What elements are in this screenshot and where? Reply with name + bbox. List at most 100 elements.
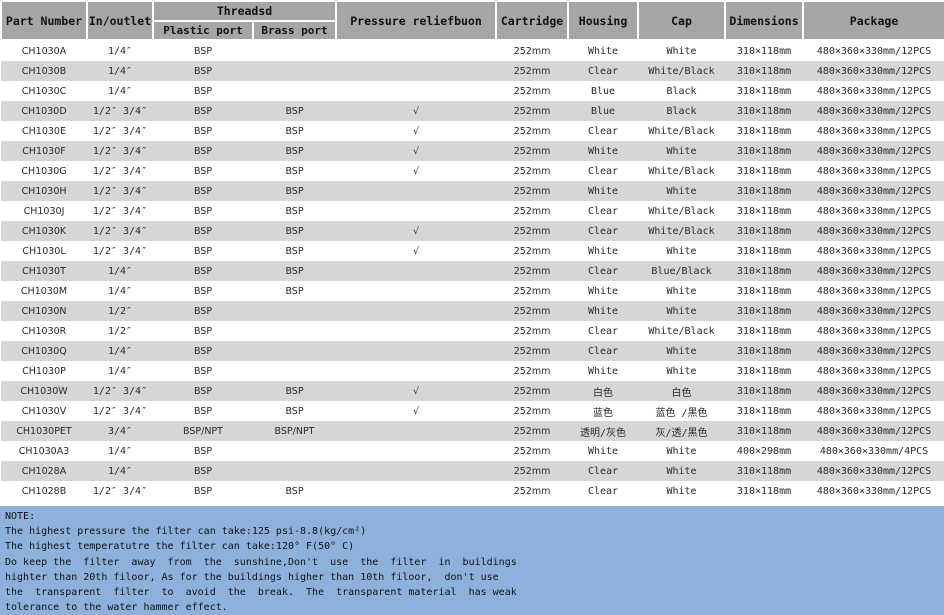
table-header: Part Number In/outlet Threadsd Pressure … — [0, 0, 944, 41]
cell-dimensions: 310×118mm — [725, 281, 804, 301]
cell-pressure-relief: √ — [336, 221, 497, 241]
table-row: CH1030C 1/4″ BSP 252mm Blue Black 310×118mm 480… — [1, 81, 944, 101]
cell-part-number: CH1030E — [1, 121, 87, 141]
cell-in-outlet: 1/4″ — [87, 61, 153, 81]
cell-housing: White — [568, 441, 639, 461]
cell-in-outlet: 1/4″ — [87, 361, 153, 381]
cell-dimensions: 310×118mm — [725, 40, 804, 61]
cell-cartridge: 252mm — [496, 161, 569, 181]
cell-brass-port — [253, 61, 337, 81]
cell-cartridge: 252mm — [496, 441, 569, 461]
cell-pressure-relief: √ — [336, 241, 497, 261]
cell-pressure-relief: √ — [336, 121, 497, 141]
cell-brass-port: BSP — [253, 381, 337, 401]
cell-dimensions: 310×118mm — [725, 101, 804, 121]
cell-part-number: CH1030V — [1, 401, 87, 421]
cell-package: 480×360×330mm/12PCS — [803, 161, 944, 181]
cell-cap: White — [638, 481, 726, 501]
note-line: the transparent filter to avoid the brea… — [5, 587, 517, 599]
cell-housing: 蓝色 — [568, 401, 639, 421]
cell-cap: White/Black — [638, 121, 726, 141]
cell-cap: White/Black — [638, 161, 726, 181]
table-row: CH1030V 1/2″ 3/4″ BSP BSP √ 252mm 蓝色 蓝色 /黑色 310×… — [1, 401, 944, 421]
cell-brass-port: BSP — [253, 281, 337, 301]
cell-in-outlet: 1/4″ — [87, 261, 153, 281]
cell-in-outlet: 1/2″ — [87, 321, 153, 341]
cell-package: 480×360×330mm/12PCS — [803, 40, 944, 61]
cell-part-number: CH1030M — [1, 281, 87, 301]
header-dimensions: Dimensions — [724, 0, 805, 41]
cell-pressure-relief — [336, 61, 497, 81]
header-package: Package — [802, 0, 944, 41]
cell-in-outlet: 1/4″ — [87, 281, 153, 301]
table-row: CH1030R 1/2″ BSP 252mm Clear White/Black 310×1… — [1, 321, 944, 341]
cell-cartridge: 252mm — [496, 281, 569, 301]
cell-housing: White — [568, 141, 639, 161]
cell-in-outlet: 1/2″ 3/4″ — [87, 241, 153, 261]
table-row: CH1030K 1/2″ 3/4″ BSP BSP √ 252mm Clear White/B… — [1, 221, 944, 241]
cell-part-number: CH1030B — [1, 61, 87, 81]
cell-part-number: CH1030N — [1, 301, 87, 321]
cell-cap: White — [638, 341, 726, 361]
cell-dimensions: 310×118mm — [725, 301, 804, 321]
table-row: CH1030G 1/2″ 3/4″ BSP BSP √ 252mm Clear White/B… — [1, 161, 944, 181]
cell-plastic-port: BSP — [153, 361, 253, 381]
cell-part-number: CH1030PET — [1, 421, 87, 441]
cell-pressure-relief — [336, 321, 497, 341]
note-line: tolerance to the water hammer effect. — [5, 602, 228, 614]
cell-dimensions: 310×118mm — [725, 461, 804, 481]
table-row: CH1030A3 1/4″ BSP 252mm White White 400×298mm 4… — [1, 441, 944, 461]
cell-cap: 白色 — [638, 381, 726, 401]
cell-brass-port — [253, 361, 337, 381]
cell-cap: White — [638, 181, 726, 201]
table-row: CH1030W 1/2″ 3/4″ BSP BSP √ 252mm 白色 白色 310×118m… — [1, 381, 944, 401]
cell-plastic-port: BSP — [153, 441, 253, 461]
note-line: highter than 20th filoor, As for the bui… — [5, 571, 499, 583]
cell-plastic-port: BSP — [153, 301, 253, 321]
table-row: CH1028A 1/4″ BSP 252mm Clear White 310×118mm 48… — [1, 461, 944, 481]
cell-plastic-port: BSP — [153, 241, 253, 261]
cell-in-outlet: 1/2″ 3/4″ — [87, 221, 153, 241]
cell-plastic-port: BSP — [153, 401, 253, 421]
table-row: CH1028B 1/2″ 3/4″ BSP BSP 252mm Clear White 310… — [1, 481, 944, 501]
cell-brass-port — [253, 321, 337, 341]
cell-cartridge: 252mm — [496, 381, 569, 401]
cell-cartridge: 252mm — [496, 181, 569, 201]
cell-brass-port: BSP — [253, 101, 337, 121]
cell-cap: White — [638, 281, 726, 301]
cell-in-outlet: 1/2″ 3/4″ — [87, 381, 153, 401]
header-plastic-port: Plastic port — [152, 20, 254, 41]
cell-dimensions: 310×118mm — [725, 341, 804, 361]
cell-package: 480×360×330mm/12PCS — [803, 101, 944, 121]
cell-plastic-port: BSP — [153, 221, 253, 241]
cell-package: 480×360×330mm/12PCS — [803, 481, 944, 501]
cell-pressure-relief: √ — [336, 101, 497, 121]
cell-dimensions: 310×118mm — [725, 321, 804, 341]
cell-pressure-relief: √ — [336, 401, 497, 421]
cell-brass-port: BSP — [253, 221, 337, 241]
cell-pressure-relief — [336, 181, 497, 201]
cell-part-number: CH1030H — [1, 181, 87, 201]
cell-dimensions: 310×118mm — [725, 361, 804, 381]
table-row: CH1030D 1/2″ 3/4″ BSP BSP √ 252mm Blue Black 310… — [1, 101, 944, 121]
cell-plastic-port: BSP — [153, 341, 253, 361]
cell-brass-port: BSP — [253, 241, 337, 261]
cell-housing: Clear — [568, 121, 639, 141]
table-row: CH1030L 1/2″ 3/4″ BSP BSP √ 252mm White White 31… — [1, 241, 944, 261]
cell-in-outlet: 1/2″ 3/4″ — [87, 401, 153, 421]
cell-plastic-port: BSP — [153, 121, 253, 141]
cell-dimensions: 310×118mm — [725, 141, 804, 161]
cell-housing: White — [568, 361, 639, 381]
header-housing: Housing — [567, 0, 640, 41]
cell-in-outlet: 1/2″ 3/4″ — [87, 481, 153, 501]
cell-cap: 蓝色 /黑色 — [638, 401, 726, 421]
table-row: CH1030N 1/2″ BSP 252mm White White 310×118mm 48… — [1, 301, 944, 321]
cell-cartridge: 252mm — [496, 361, 569, 381]
cell-package: 480×360×330mm/4PCS — [803, 441, 944, 461]
cell-package: 480×360×330mm/12PCS — [803, 201, 944, 221]
cell-dimensions: 310×118mm — [725, 121, 804, 141]
cell-plastic-port: BSP — [153, 381, 253, 401]
cell-cartridge: 252mm — [496, 341, 569, 361]
cell-cap: Black — [638, 101, 726, 121]
cell-cartridge: 252mm — [496, 81, 569, 101]
